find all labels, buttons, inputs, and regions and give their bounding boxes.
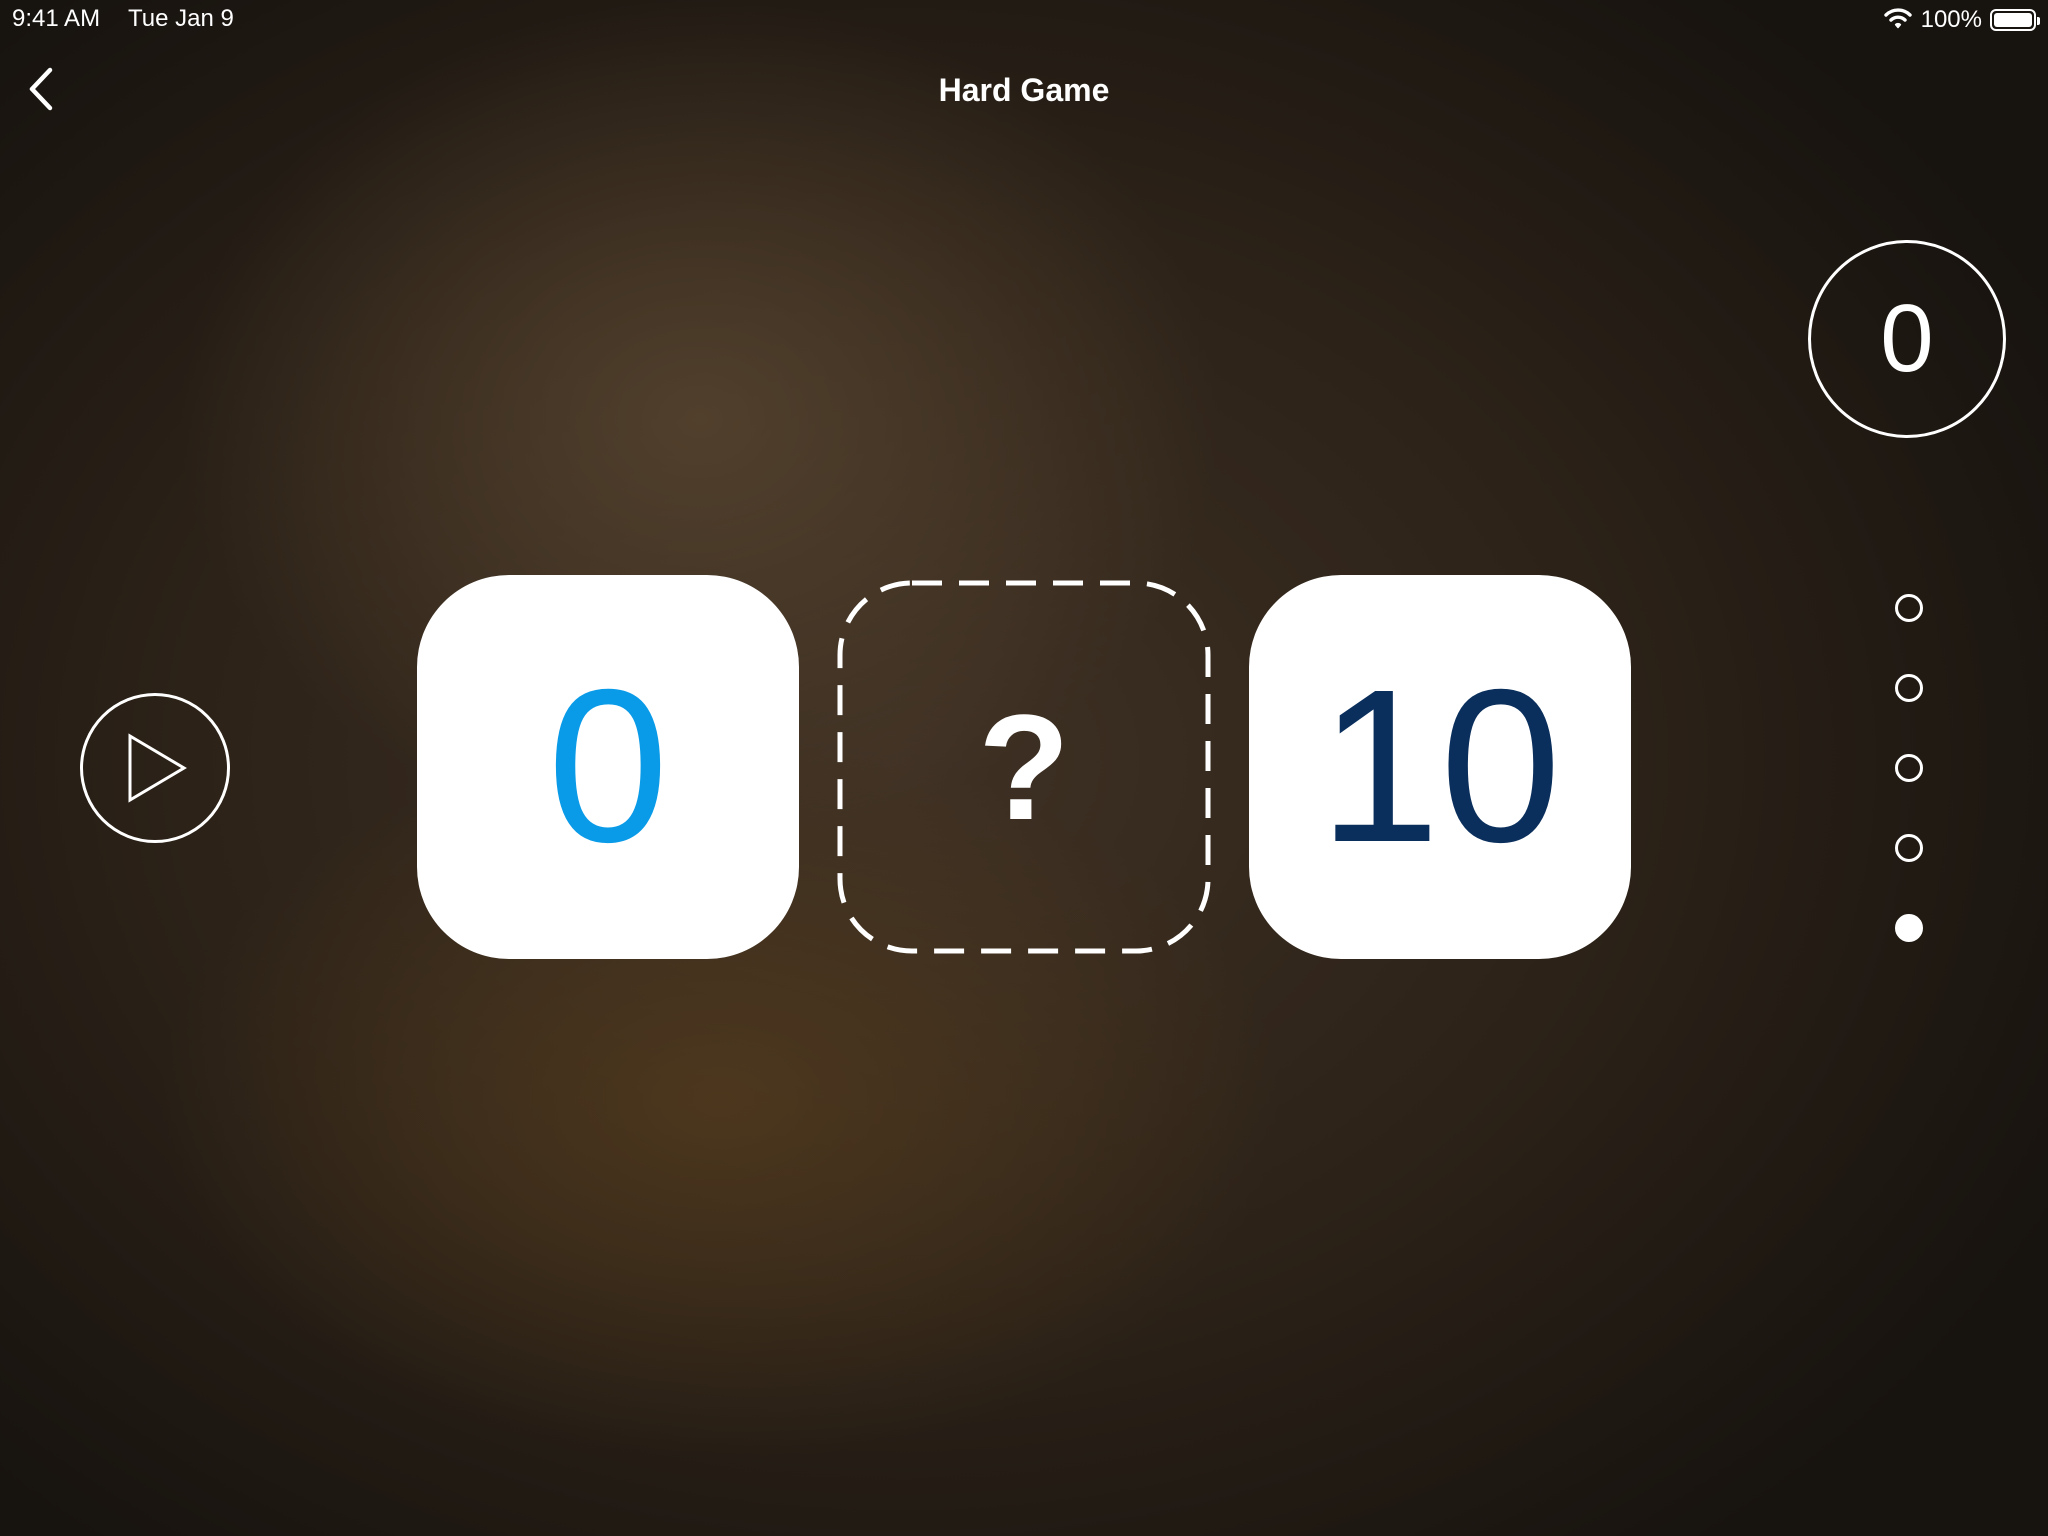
wifi-icon [1883, 6, 1913, 35]
battery-icon [1990, 9, 2040, 31]
progress-dot [1895, 754, 1923, 782]
play-icon [128, 733, 187, 803]
status-right: 100% [1883, 4, 2040, 36]
game-screen: 9:41 AM Tue Jan 9 100% Hard Game 0 0 ? 1… [0, 0, 2048, 1536]
status-date: Tue Jan 9 [128, 5, 234, 32]
battery-fill [1994, 13, 2032, 27]
progress-dot [1895, 834, 1923, 862]
right-number-tile: 10 [1249, 575, 1631, 959]
progress-dot [1895, 674, 1923, 702]
answer-placeholder: ? [978, 683, 1070, 851]
answer-drop-slot[interactable]: ? [837, 580, 1211, 954]
page-title: Hard Game [938, 72, 1110, 108]
status-time: 9:41 AM [12, 5, 101, 32]
progress-dot [1895, 914, 1923, 942]
score-display: 0 [1808, 240, 2006, 438]
progress-dot [1895, 594, 1923, 622]
status-bar: 9:41 AM Tue Jan 9 100% [0, 0, 2048, 40]
battery-nub [2037, 17, 2040, 25]
play-button[interactable] [80, 693, 230, 843]
left-number-tile: 0 [417, 575, 799, 959]
right-number: 10 [1318, 645, 1562, 888]
battery-percent: 100% [1920, 6, 1982, 33]
left-number: 0 [547, 645, 669, 888]
